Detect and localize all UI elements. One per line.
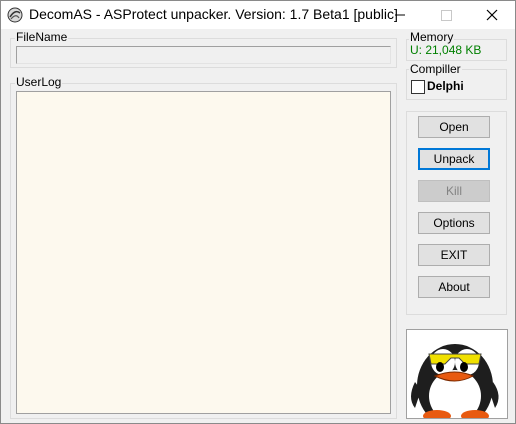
minimize-icon bbox=[395, 14, 405, 16]
options-button[interactable]: Options bbox=[418, 212, 490, 234]
close-icon bbox=[486, 9, 498, 21]
memory-value: U: 21,048 KB bbox=[410, 43, 482, 57]
window-title: DecomAS - ASProtect unpacker. Version: 1… bbox=[29, 6, 398, 22]
open-button[interactable]: Open bbox=[418, 116, 490, 138]
kill-button: Kill bbox=[418, 180, 490, 202]
unpack-button[interactable]: Unpack bbox=[418, 148, 490, 170]
app-icon bbox=[7, 7, 23, 23]
userlog-label: UserLog bbox=[15, 75, 63, 89]
penguin-mascot-icon bbox=[411, 344, 499, 418]
close-button[interactable] bbox=[469, 1, 515, 29]
mascot-frame bbox=[406, 329, 508, 419]
title-bar[interactable]: DecomAS - ASProtect unpacker. Version: 1… bbox=[1, 1, 515, 29]
compiler-label: Compiller bbox=[409, 62, 462, 76]
maximize-button[interactable] bbox=[423, 1, 469, 29]
exit-button[interactable]: EXIT bbox=[418, 244, 490, 266]
app-window: DecomAS - ASProtect unpacker. Version: 1… bbox=[0, 0, 516, 424]
filename-field[interactable] bbox=[16, 46, 391, 64]
delphi-checkbox-label[interactable]: Delphi bbox=[427, 79, 464, 93]
userlog-textarea[interactable] bbox=[16, 91, 391, 414]
delphi-checkbox[interactable] bbox=[411, 80, 425, 94]
minimize-button[interactable] bbox=[377, 1, 423, 29]
about-button[interactable]: About bbox=[418, 276, 490, 298]
maximize-icon bbox=[441, 10, 452, 21]
filename-label: FileName bbox=[15, 30, 69, 44]
